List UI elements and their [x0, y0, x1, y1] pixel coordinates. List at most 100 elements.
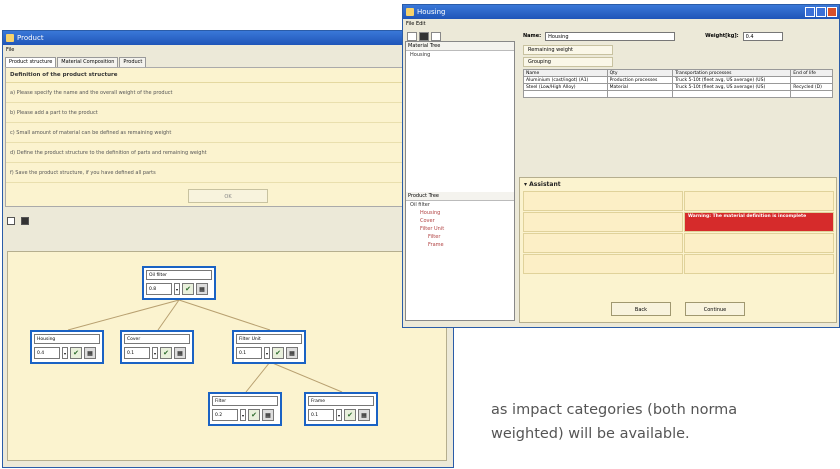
tree-root-item[interactable]: Housing: [406, 51, 514, 59]
table-cell[interactable]: [790, 76, 833, 84]
node-label[interactable]: Filter: [212, 396, 278, 406]
step-b: b) Please add a part to the product: [6, 103, 450, 123]
back-button[interactable]: Back: [611, 302, 671, 316]
caption-text: as impact categories (both norma weighte…: [491, 398, 737, 446]
grouping-radio[interactable]: Grouping: [523, 57, 613, 67]
node-weight[interactable]: 0.4: [34, 347, 60, 359]
tab-material-composition[interactable]: Material Composition: [57, 57, 119, 67]
tree-item-cover[interactable]: Cover: [406, 217, 514, 225]
spinner-icon[interactable]: ▾: [336, 409, 342, 421]
spinner-icon[interactable]: ▾: [240, 409, 246, 421]
delete-icon[interactable]: ▦: [196, 283, 208, 295]
node-label[interactable]: Oil filter: [146, 270, 212, 280]
tab-product[interactable]: Product: [119, 57, 147, 67]
node-oil-filter[interactable]: Oil filter 0.8 ▾ ✔ ▦: [142, 266, 216, 300]
table-cell[interactable]: Material: [606, 83, 674, 91]
table-cell[interactable]: Recycled (D): [790, 83, 833, 91]
tree-item-frame[interactable]: Frame: [406, 241, 514, 249]
tree-item-housing[interactable]: Housing: [406, 209, 514, 217]
column-header[interactable]: Transportation processes: [672, 69, 792, 77]
menu-file[interactable]: File: [3, 45, 453, 55]
edit-icon[interactable]: ✔: [248, 409, 260, 421]
new-icon[interactable]: [7, 217, 15, 225]
close-icon[interactable]: [827, 7, 837, 17]
delete-icon[interactable]: ▦: [84, 347, 96, 359]
step-d: d) Define the product structure to the d…: [6, 143, 450, 163]
ok-button[interactable]: OK: [188, 189, 268, 203]
node-filter-unit[interactable]: Filter Unit 0.1 ▾ ✔ ▦: [232, 330, 306, 364]
spinner-icon[interactable]: ▾: [62, 347, 68, 359]
table-cell[interactable]: Truck 5-10t (fleet avg, US average) (US): [672, 76, 792, 84]
tab-product-structure[interactable]: Product structure: [5, 57, 57, 67]
edit-icon[interactable]: ✔: [182, 283, 194, 295]
table-row[interactable]: [523, 90, 833, 98]
spinner-icon[interactable]: ▾: [152, 347, 158, 359]
assistant-cell: [523, 212, 683, 232]
menu-bar[interactable]: File Edit: [403, 19, 839, 29]
node-frame[interactable]: Frame 0.1 ▾ ✔ ▦: [304, 392, 378, 426]
table-cell[interactable]: Truck 5-10t (fleet avg, US average) (US): [672, 83, 792, 91]
node-housing[interactable]: Housing 0.4 ▾ ✔ ▦: [30, 330, 104, 364]
node-label[interactable]: Frame: [308, 396, 374, 406]
assistant-cell: [523, 191, 683, 211]
table-row[interactable]: Steel (Low/High Alloy) Material Truck 5-…: [523, 83, 833, 91]
product-tree-heading: Product Tree: [406, 192, 514, 201]
name-input[interactable]: Housing: [545, 31, 676, 41]
edit-icon[interactable]: ✔: [344, 409, 356, 421]
table-cell[interactable]: Steel (Low/High Alloy): [523, 83, 608, 91]
column-header[interactable]: Name: [523, 69, 608, 77]
node-label[interactable]: Cover: [124, 334, 190, 344]
caption-line-2: weighted) will be available.: [491, 426, 690, 442]
material-panel: Remaining weight Grouping Name Qty Trans…: [519, 43, 837, 323]
node-label[interactable]: Housing: [34, 334, 100, 344]
assistant-cell: [684, 233, 834, 253]
weight-label: Weight[kg]:: [705, 33, 739, 39]
edit-icon[interactable]: ✔: [272, 347, 284, 359]
save-icon[interactable]: [21, 217, 29, 225]
spinner-icon[interactable]: ▾: [174, 283, 180, 295]
node-cover[interactable]: Cover 0.1 ▾ ✔ ▦: [120, 330, 194, 364]
assistant-cell: [523, 254, 683, 274]
housing-window-titlebar: Housing: [403, 5, 839, 19]
name-label: Name:: [523, 33, 542, 39]
node-filter[interactable]: Filter 0.2 ▾ ✔ ▦: [208, 392, 282, 426]
help-icon[interactable]: [431, 31, 441, 41]
product-tree: Product Tree Oil filter Housing Cover Fi…: [406, 192, 514, 249]
delete-icon[interactable]: ▦: [286, 347, 298, 359]
delete-icon[interactable]: ▦: [358, 409, 370, 421]
delete-icon[interactable]: ▦: [262, 409, 274, 421]
table-cell[interactable]: Production processes: [606, 76, 674, 84]
node-weight[interactable]: 0.1: [124, 347, 150, 359]
tree-item-filter[interactable]: Filter: [406, 233, 514, 241]
minimize-icon[interactable]: [805, 7, 815, 17]
caption-line-1: as impact categories (both norma: [491, 402, 738, 418]
node-weight[interactable]: 0.1: [308, 409, 334, 421]
weight-input[interactable]: 0.4: [742, 31, 783, 41]
assistant-panel: ▾ Assistant Warning: The material defini…: [519, 177, 837, 323]
save-icon[interactable]: [419, 31, 429, 41]
tree-item-filter-unit[interactable]: Filter Unit: [406, 225, 514, 233]
continue-button[interactable]: Continue: [685, 302, 745, 316]
table-row[interactable]: Aluminium (cast/ingot) (A1) Production p…: [523, 76, 833, 84]
column-header[interactable]: End of life: [790, 69, 833, 77]
tree-item-oil-filter[interactable]: Oil filter: [406, 201, 514, 209]
node-label[interactable]: Filter Unit: [236, 334, 302, 344]
edit-icon[interactable]: ✔: [160, 347, 172, 359]
node-weight[interactable]: 0.1: [236, 347, 262, 359]
delete-icon[interactable]: ▦: [174, 347, 186, 359]
warning-cell: Warning: The material definition is inco…: [684, 212, 834, 232]
column-header[interactable]: Qty: [606, 69, 674, 77]
remaining-weight-radio[interactable]: Remaining weight: [523, 45, 613, 55]
window-title: Product: [17, 34, 44, 42]
new-icon[interactable]: [407, 31, 417, 41]
step-f: f) Save the product structure, if you ha…: [6, 163, 450, 183]
step-a: a) Please specify the name and the overa…: [6, 83, 450, 103]
table-cell[interactable]: Aluminium (cast/ingot) (A1): [523, 76, 608, 84]
node-weight[interactable]: 0.2: [212, 409, 238, 421]
app-icon: [6, 34, 14, 42]
node-weight[interactable]: 0.8: [146, 283, 172, 295]
edit-icon[interactable]: ✔: [70, 347, 82, 359]
maximize-icon[interactable]: [816, 7, 826, 17]
spinner-icon[interactable]: ▾: [264, 347, 270, 359]
assistant-grid: Warning: The material definition is inco…: [520, 191, 836, 274]
